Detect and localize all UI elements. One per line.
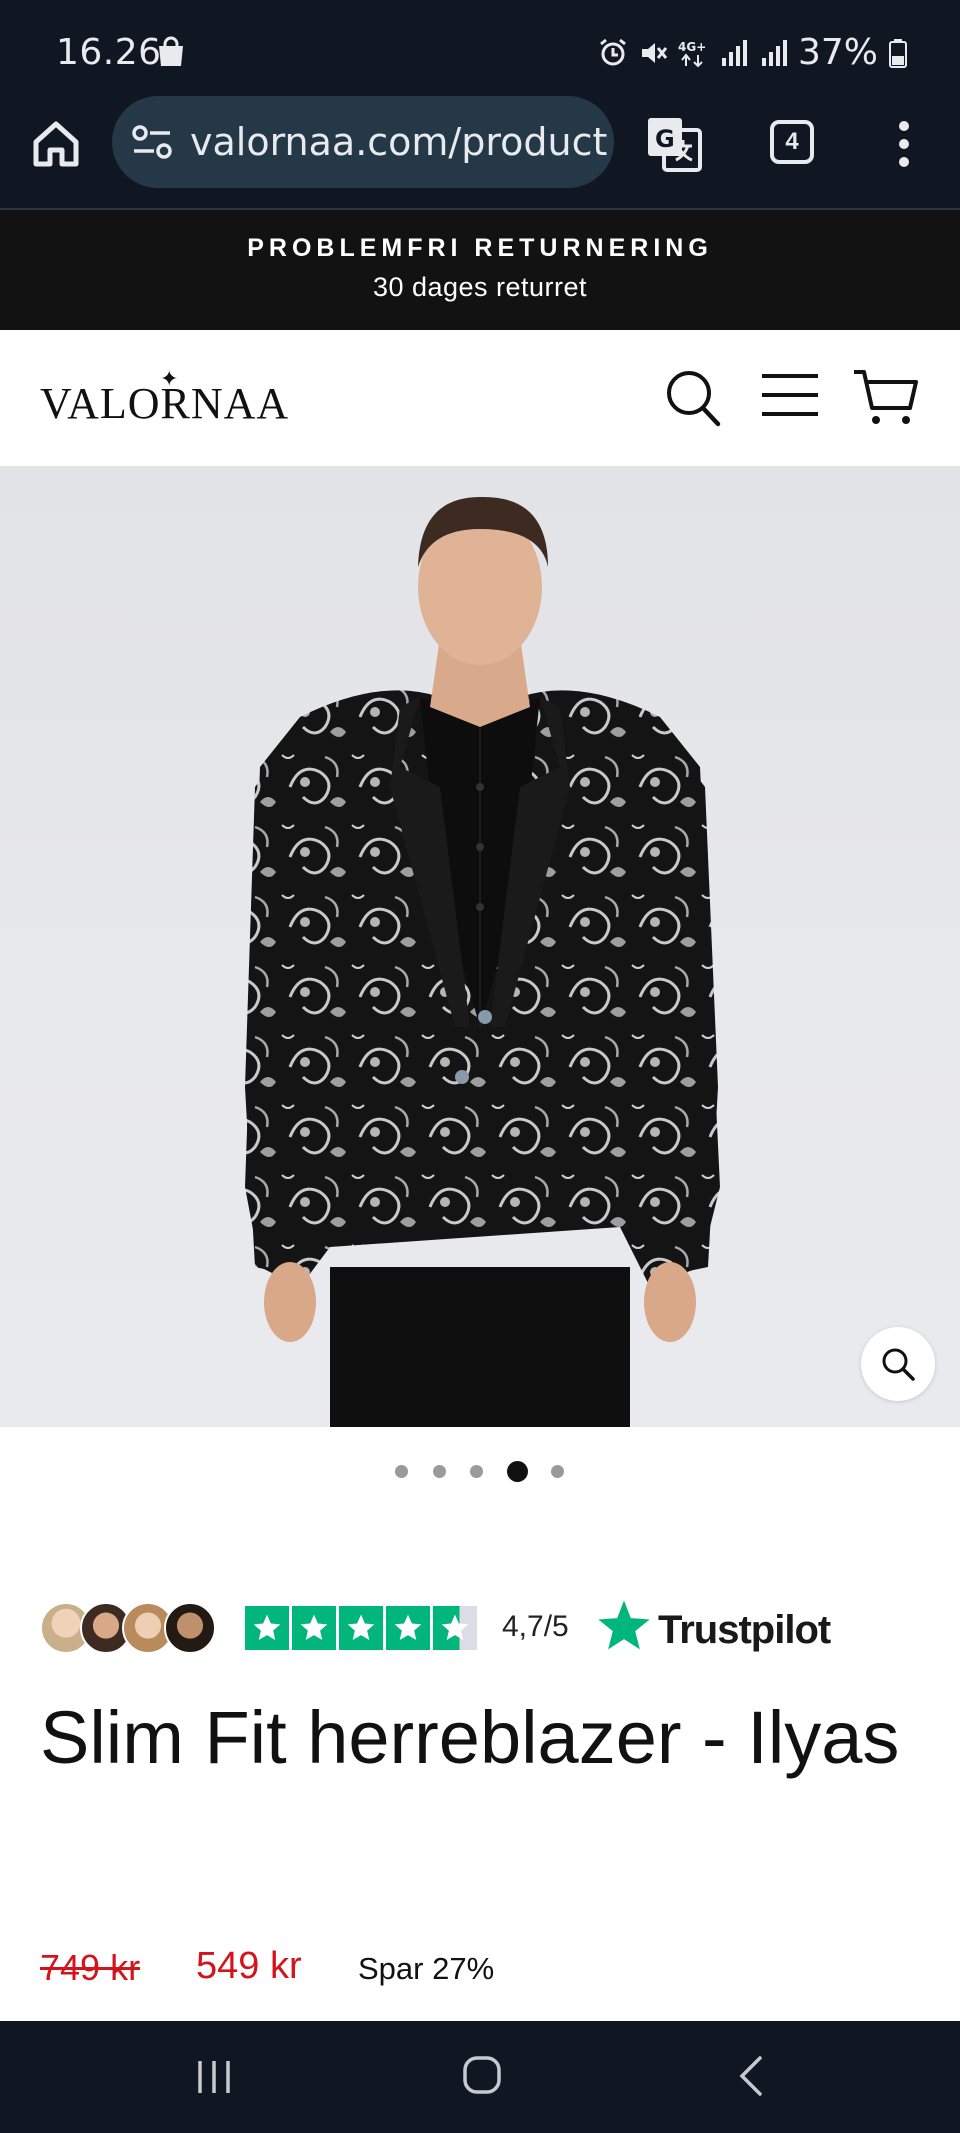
gallery-dot[interactable] bbox=[551, 1465, 564, 1478]
savings-badge: Spar 27% bbox=[358, 1951, 495, 1986]
star-icon bbox=[386, 1606, 430, 1650]
shopping-bag-icon bbox=[159, 36, 183, 66]
home-nav-icon[interactable] bbox=[462, 2055, 502, 2095]
trustpilot-logo-text: Trustpilot bbox=[658, 1608, 831, 1652]
zoom-button[interactable] bbox=[861, 1327, 935, 1401]
cart-icon[interactable] bbox=[852, 366, 920, 428]
status-time: 16.26 bbox=[56, 32, 162, 73]
site-settings-icon[interactable] bbox=[132, 124, 172, 160]
trustpilot-star-icon bbox=[598, 1600, 650, 1650]
price-row: 749 kr 549 kr Spar 27% bbox=[40, 1943, 940, 1993]
product-photo-blazer bbox=[245, 496, 720, 1427]
network-4g-icon: 4G+ bbox=[678, 40, 706, 67]
browser-toolbar: valornaa.com/product G 4 bbox=[0, 96, 960, 210]
star-icon bbox=[339, 1606, 383, 1650]
rating-row[interactable]: 4,7/5 Trustpilot bbox=[40, 1598, 940, 1658]
network-label: 4G+ bbox=[678, 40, 706, 54]
zoom-icon bbox=[882, 1348, 915, 1381]
gallery-dot[interactable] bbox=[470, 1465, 483, 1478]
system-navigation-bar bbox=[0, 2021, 960, 2133]
status-indicators: 4G+ 37% bbox=[598, 32, 908, 73]
signal-icon-2 bbox=[761, 39, 787, 66]
back-icon[interactable] bbox=[738, 2055, 764, 2097]
url-text: valornaa.com/product bbox=[190, 120, 608, 164]
recent-apps-icon[interactable] bbox=[196, 2057, 232, 2097]
battery-percent: 37% bbox=[797, 32, 878, 73]
logo-sparkle-icon: ✦ bbox=[160, 366, 179, 391]
more-options-icon[interactable] bbox=[892, 118, 916, 170]
home-icon[interactable] bbox=[30, 118, 82, 170]
star-icon bbox=[292, 1606, 336, 1650]
original-price: 749 kr bbox=[40, 1947, 141, 1988]
gallery-dot[interactable] bbox=[433, 1465, 446, 1478]
tab-count: 4 bbox=[785, 128, 799, 155]
announcement-subtitle: 30 dages returret bbox=[372, 272, 588, 302]
battery-icon bbox=[889, 38, 907, 68]
rating-score: 4,7/5 bbox=[502, 1610, 569, 1643]
translate-icon[interactable]: G bbox=[646, 116, 702, 172]
announcement-title: PROBLEMFRI RETURNERING bbox=[247, 234, 713, 262]
mute-icon bbox=[641, 42, 668, 63]
gallery-dot-active[interactable] bbox=[507, 1461, 528, 1482]
alarm-icon bbox=[600, 38, 626, 65]
product-title: Slim Fit herreblazer - Ilyas bbox=[40, 1696, 900, 1779]
star-icon bbox=[245, 1606, 289, 1650]
star-half-icon bbox=[433, 1606, 477, 1650]
sale-price: 549 kr bbox=[196, 1945, 302, 1987]
announcement-bar: PROBLEMFRI RETURNERING 30 dages returret bbox=[0, 210, 960, 330]
product-image[interactable] bbox=[0, 467, 960, 1427]
signal-icon-1 bbox=[721, 39, 747, 66]
svg-text:G: G bbox=[655, 125, 675, 153]
gallery-dot[interactable] bbox=[395, 1465, 408, 1478]
trustpilot-stars bbox=[245, 1606, 477, 1650]
gallery-pagination bbox=[0, 1459, 960, 1483]
avatar bbox=[164, 1602, 216, 1654]
site-header: VALORNAA ✦ bbox=[0, 330, 960, 467]
search-icon[interactable] bbox=[664, 368, 722, 428]
menu-icon[interactable] bbox=[760, 370, 820, 420]
tab-switcher-button[interactable]: 4 bbox=[770, 120, 814, 164]
status-bar: 16.26 4G+ 37% bbox=[0, 0, 960, 100]
address-bar[interactable]: valornaa.com/product bbox=[112, 96, 614, 188]
